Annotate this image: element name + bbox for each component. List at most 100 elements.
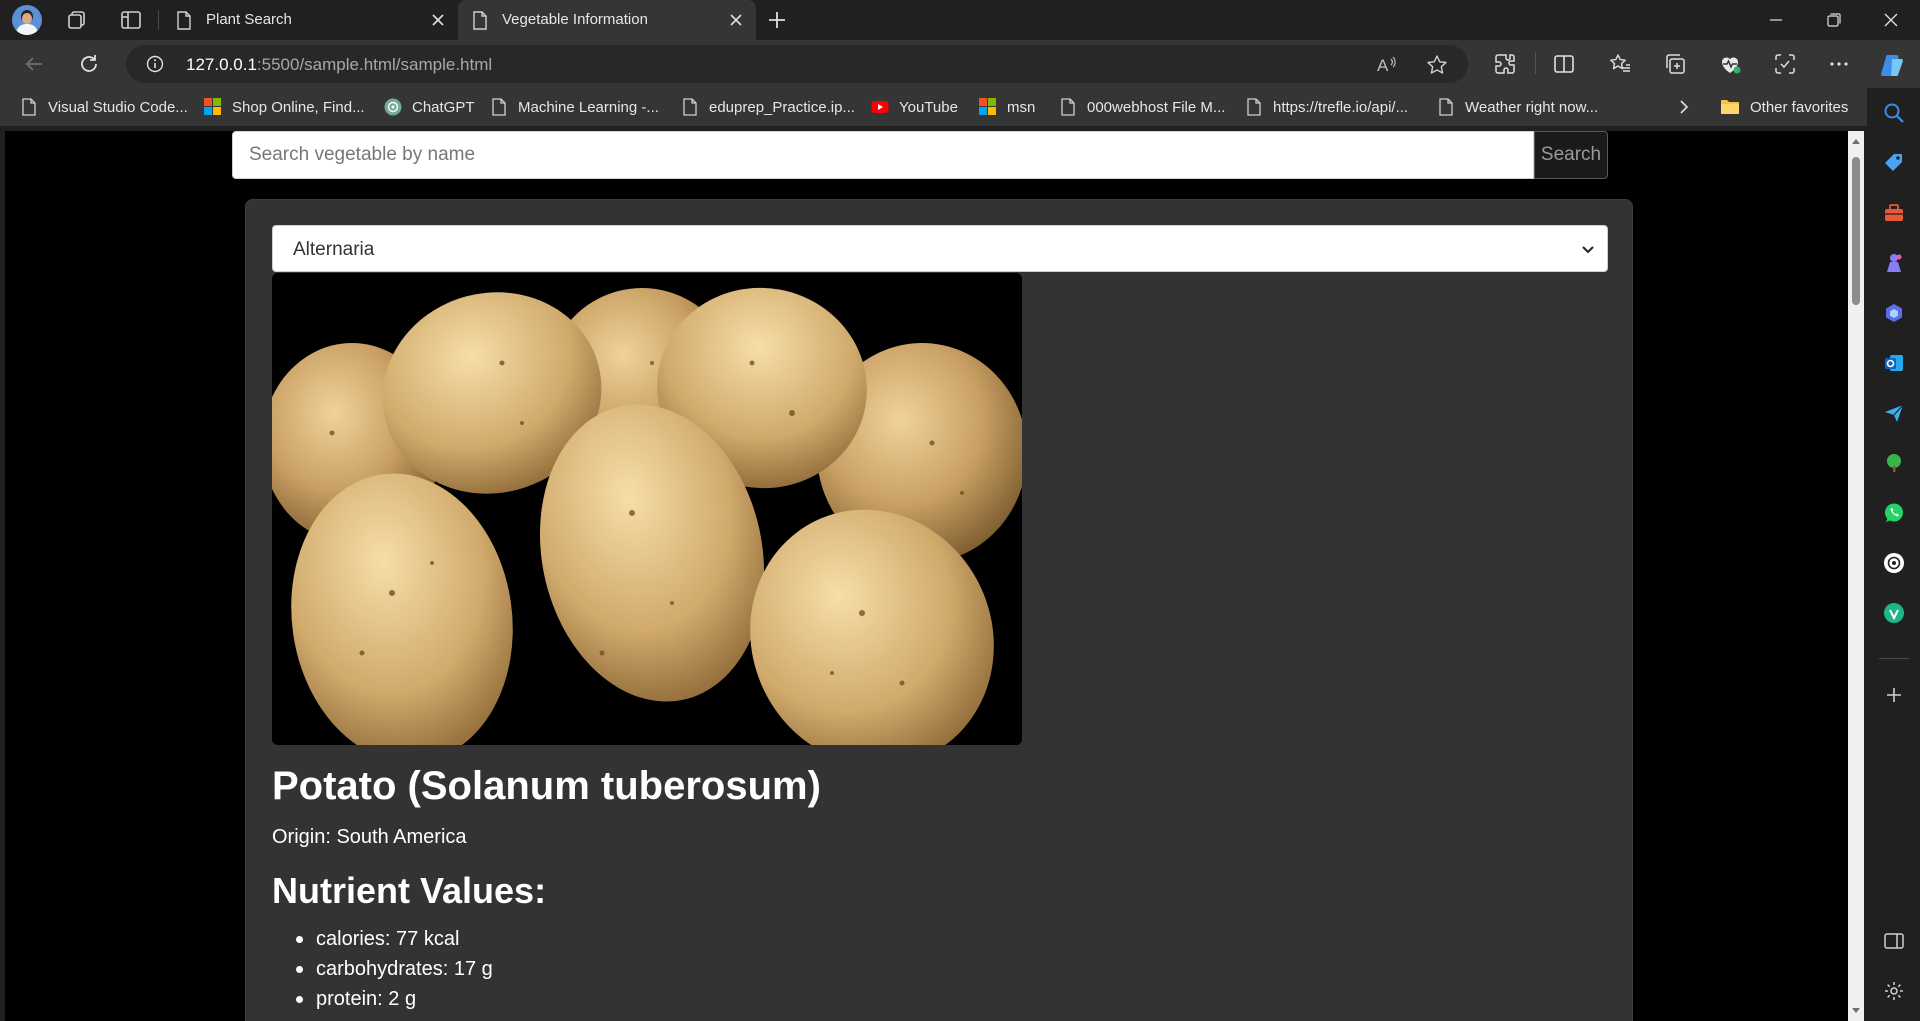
favorite-label: Shop Online, Find... — [232, 98, 365, 116]
search-icon[interactable] — [1883, 102, 1905, 124]
page-icon — [492, 98, 506, 116]
favorite-label: https://trefle.io/api/... — [1273, 98, 1409, 116]
favorite-label: YouTube — [899, 98, 958, 116]
chevron-right-icon[interactable] — [1677, 99, 1691, 115]
scroll-up-icon[interactable] — [1851, 137, 1861, 145]
hide-sidebar-icon[interactable] — [1883, 930, 1905, 952]
whatsapp-icon[interactable] — [1883, 502, 1905, 524]
microsoft-icon — [204, 98, 222, 116]
favorite-trefle-api[interactable]: https://trefle.io/api/... — [1245, 97, 1408, 117]
nutrient-item: protein: 2 g — [296, 984, 493, 1014]
page-icon — [1247, 98, 1261, 116]
url-path: :5500/sample.html/sample.html — [256, 55, 493, 74]
minimize-icon — [1770, 19, 1782, 21]
close-window-button[interactable] — [1862, 0, 1920, 40]
read-aloud-icon: A — [1377, 56, 1396, 75]
favorite-weather[interactable]: Weather right now... — [1437, 97, 1598, 117]
workspaces-icon[interactable] — [66, 9, 88, 31]
navigation-bar: 127.0.0.1:5500/sample.html/sample.html A — [0, 40, 1920, 88]
chatgpt-sidebar-icon[interactable] — [1883, 552, 1905, 574]
add-icon[interactable] — [1883, 684, 1905, 706]
svg-text:A: A — [1377, 56, 1389, 75]
extensions-icon[interactable] — [1493, 52, 1517, 76]
favorite-label: eduprep_Practice.ip... — [709, 98, 855, 116]
url-host: 127.0.0.1 — [186, 55, 257, 74]
favorite-label: msn — [1007, 98, 1036, 116]
vegetable-card: Alternaria Potato (Solanum tuberosum) Or… — [245, 199, 1633, 1021]
outlook-icon[interactable] — [1883, 352, 1905, 374]
vertical-tabs-icon[interactable] — [120, 9, 142, 31]
favorites-icon[interactable] — [1608, 52, 1632, 76]
tab-bar: Plant Search Vegetable Information — [0, 0, 1920, 40]
collections-icon[interactable] — [1663, 52, 1687, 76]
search-button[interactable]: Search — [1534, 131, 1608, 179]
search-bar: Search — [232, 131, 1608, 179]
favorite-chatgpt[interactable]: ChatGPT — [384, 97, 475, 117]
close-tab-icon[interactable] — [428, 10, 448, 30]
tree-icon[interactable] — [1883, 452, 1905, 474]
folder-icon — [1721, 100, 1739, 114]
vegetable-title: Potato (Solanum tuberosum) — [272, 764, 821, 808]
favorite-shop-online[interactable]: Shop Online, Find... — [204, 97, 365, 117]
favorite-msn[interactable]: msn — [979, 97, 1035, 117]
games-icon[interactable] — [1883, 252, 1905, 274]
scrollbar-thumb[interactable] — [1852, 157, 1860, 305]
scroll-down-icon[interactable] — [1851, 1007, 1861, 1015]
minimize-button[interactable] — [1747, 0, 1805, 40]
favorite-machine-learning[interactable]: Machine Learning -... — [490, 97, 659, 117]
site-info-icon[interactable] — [146, 55, 164, 73]
send-icon[interactable] — [1883, 402, 1905, 424]
favorite-label: 000webhost File M... — [1087, 98, 1226, 116]
close-icon — [1884, 13, 1898, 27]
tab-separator — [158, 10, 159, 30]
tab-vegetable-information[interactable]: Vegetable Information — [458, 0, 756, 40]
tab-plant-search[interactable]: Plant Search — [162, 0, 458, 40]
favorite-visual-studio-code[interactable]: Visual Studio Code... — [20, 97, 188, 117]
nutrients-heading: Nutrient Values: — [272, 870, 547, 911]
close-tab-icon[interactable] — [726, 10, 746, 30]
nutrients-list: calories: 77 kcal carbohydrates: 17 g pr… — [296, 924, 493, 1014]
vegetable-origin: Origin: South America — [272, 826, 467, 848]
other-favorites[interactable]: Other favorites — [1720, 97, 1848, 117]
potato-image — [272, 273, 1022, 745]
favorite-youtube[interactable]: YouTube — [871, 97, 958, 117]
restore-button[interactable] — [1805, 0, 1863, 40]
microsoft-icon — [979, 98, 997, 116]
more-options-icon[interactable] — [1827, 52, 1851, 76]
vine-app-icon[interactable] — [1883, 602, 1905, 624]
page-icon — [177, 11, 191, 30]
page-scrollbar[interactable] — [1848, 131, 1864, 1021]
chevron-down-icon — [1582, 246, 1594, 254]
shopping-tag-icon[interactable] — [1883, 152, 1905, 174]
disease-select-value: Alternaria — [293, 239, 375, 260]
screenshot-icon[interactable] — [1773, 52, 1797, 76]
favorite-eduprep-practice[interactable]: eduprep_Practice.ip... — [681, 97, 855, 117]
copilot-sidebar-icon[interactable] — [1883, 302, 1905, 324]
tab-title: Plant Search — [206, 11, 292, 28]
nutrient-item: carbohydrates: 17 g — [296, 954, 493, 984]
vegetable-search-input[interactable] — [232, 131, 1534, 179]
tab-title: Vegetable Information — [502, 11, 648, 28]
page-icon — [683, 98, 697, 116]
refresh-icon[interactable] — [77, 52, 101, 76]
profile-avatar[interactable] — [12, 5, 42, 35]
settings-gear-icon[interactable] — [1883, 980, 1905, 1002]
address-bar[interactable]: 127.0.0.1:5500/sample.html/sample.html A — [126, 45, 1468, 83]
disease-select[interactable]: Alternaria — [272, 225, 1608, 272]
back-icon[interactable] — [22, 52, 46, 76]
favorite-label: Weather right now... — [1465, 98, 1599, 116]
favorite-star-icon[interactable] — [1426, 54, 1448, 76]
favorite-label: Visual Studio Code... — [48, 98, 188, 116]
split-screen-icon[interactable] — [1552, 52, 1576, 76]
read-aloud-button[interactable]: A — [1376, 55, 1398, 80]
new-tab-icon[interactable] — [766, 9, 788, 31]
favorite-000webhost[interactable]: 000webhost File M... — [1059, 97, 1225, 117]
url-text[interactable]: 127.0.0.1:5500/sample.html/sample.html — [186, 55, 492, 75]
copilot-icon[interactable] — [1878, 51, 1906, 79]
browser-essentials-icon[interactable] — [1718, 52, 1742, 76]
sidebar-separator — [1879, 658, 1909, 659]
youtube-icon — [871, 101, 889, 113]
tools-icon[interactable] — [1883, 202, 1905, 224]
page-icon — [22, 98, 36, 116]
favorite-label: ChatGPT — [412, 98, 475, 116]
